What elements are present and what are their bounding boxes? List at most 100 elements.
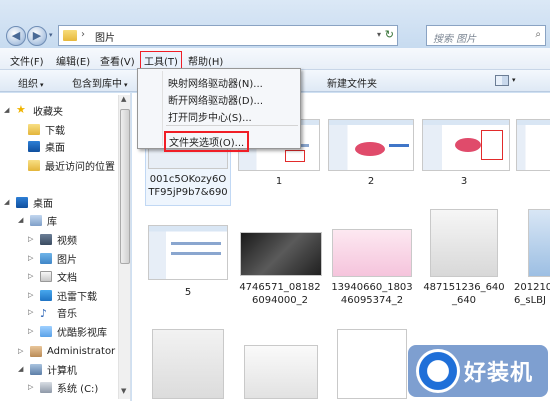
- watermark-logo: 好装机: [408, 345, 548, 397]
- nav-label: Administrator: [47, 345, 116, 357]
- address-dropdown-icon[interactable]: ▾: [377, 30, 381, 39]
- nav-xunlei-downloads[interactable]: ▷ 迅雷下载: [28, 287, 97, 303]
- nav-desktop[interactable]: 桌面: [28, 138, 65, 154]
- expand-icon[interactable]: ▷: [18, 347, 26, 355]
- documents-icon: [40, 270, 52, 282]
- nav-label: 桌面: [45, 142, 65, 154]
- file-label: 487151236_640 _640: [423, 282, 505, 306]
- nav-label: 桌面: [33, 198, 53, 210]
- nav-videos[interactable]: ▷ 视频: [28, 231, 77, 247]
- back-arrow-icon: ◀: [11, 29, 21, 42]
- nav-computer[interactable]: ◢ 计算机: [18, 361, 77, 377]
- nav-system-c[interactable]: ▷ 系统 (C:): [28, 379, 98, 395]
- menu-item-map-drive[interactable]: 映射网络驱动器(N)...: [168, 75, 263, 90]
- nav-administrator[interactable]: ▷ Administrator: [18, 343, 115, 359]
- expand-icon[interactable]: ▷: [28, 308, 36, 316]
- nav-label: 收藏夹: [33, 106, 63, 118]
- include-label: 包含到库中: [72, 79, 122, 90]
- library-icon: [30, 214, 42, 226]
- nav-label: 下载: [45, 125, 65, 137]
- nav-label: 视频: [57, 235, 77, 247]
- nav-label: 文档: [57, 272, 77, 284]
- nav-label: 计算机: [47, 365, 77, 377]
- refresh-icon[interactable]: ↻: [385, 28, 394, 41]
- file-label: 201210 6_sLBJ: [514, 282, 550, 306]
- nav-recent-places[interactable]: 最近访问的位置: [28, 157, 115, 173]
- collapse-icon[interactable]: ◢: [4, 198, 12, 206]
- collapse-icon[interactable]: ◢: [4, 106, 12, 114]
- address-toolbar: ◀ ▶ ▾ › 图片 ▾ ↻ 搜索 图片 ⌕: [0, 0, 550, 48]
- collapse-icon[interactable]: ◢: [18, 216, 26, 224]
- menu-edit[interactable]: 编辑(E): [56, 53, 90, 68]
- nav-downloads[interactable]: 下载: [28, 121, 65, 137]
- breadcrumb-separator[interactable]: ›: [81, 29, 85, 40]
- recent-pages-dropdown[interactable]: ▾: [49, 31, 53, 39]
- file-thumbnail: [328, 119, 414, 171]
- file-label: 2: [367, 176, 375, 187]
- nav-documents[interactable]: ▷ 文档: [28, 268, 77, 284]
- nav-pictures[interactable]: ▷ 图片: [28, 250, 77, 266]
- file-thumbnail: [337, 329, 407, 399]
- tools-menu: 映射网络驱动器(N)... 断开网络驱动器(D)... 打开同步中心(S)...…: [137, 68, 301, 152]
- file-thumbnail: [528, 209, 550, 277]
- menu-item-disconnect-drive[interactable]: 断开网络驱动器(D)...: [168, 92, 263, 107]
- nav-label: 系统 (C:): [57, 383, 99, 395]
- scroll-up-icon[interactable]: ▲: [121, 95, 126, 103]
- organize-button[interactable]: 组织 ▾: [18, 75, 44, 90]
- nav-label: 图片: [57, 254, 77, 266]
- view-dropdown-icon[interactable]: ▾: [512, 76, 516, 84]
- drive-icon: [40, 381, 52, 393]
- menu-help[interactable]: 帮助(H): [188, 53, 223, 68]
- search-input[interactable]: 搜索 图片 ⌕: [426, 25, 546, 46]
- organize-label: 组织: [18, 79, 38, 90]
- scrollbar-thumb[interactable]: [120, 109, 130, 264]
- breadcrumb-pictures[interactable]: 图片: [95, 29, 115, 44]
- menu-bar: 文件(F) 编辑(E) 查看(V) 工具(T) 帮助(H): [0, 48, 550, 70]
- menu-file[interactable]: 文件(F): [10, 53, 44, 68]
- file-thumbnail: [430, 209, 498, 277]
- expand-icon[interactable]: ▷: [28, 272, 36, 280]
- change-view-icon[interactable]: [495, 75, 509, 86]
- collapse-icon[interactable]: ◢: [18, 365, 26, 373]
- new-folder-button[interactable]: 新建文件夹: [327, 75, 377, 90]
- file-label: 1: [275, 176, 283, 187]
- nav-youku[interactable]: ▷ 优酷影视库: [28, 323, 107, 339]
- scroll-down-icon[interactable]: ▼: [121, 387, 126, 395]
- include-in-library-button[interactable]: 包含到库中 ▾: [72, 75, 128, 90]
- file-thumbnail: [152, 329, 224, 399]
- xunlei-icon: [40, 289, 52, 301]
- menu-item-sync-center[interactable]: 打开同步中心(S)...: [168, 109, 252, 124]
- logo-icon: [416, 349, 460, 393]
- navigation-pane: ◢ ★ 收藏夹 下载 桌面 最近访问的位置 ◢ 桌面 ◢ 库 ▷ 视频 ▷ 图片…: [0, 93, 131, 401]
- nav-desktop-root[interactable]: ◢ 桌面: [4, 194, 53, 210]
- nav-scrollbar[interactable]: ▲ ▼: [118, 95, 130, 399]
- forward-button[interactable]: ▶: [27, 26, 47, 46]
- expand-icon[interactable]: ▷: [28, 383, 36, 391]
- menu-view[interactable]: 查看(V): [100, 53, 135, 68]
- nav-label: 库: [47, 216, 57, 228]
- desktop-icon: [16, 196, 28, 208]
- music-note-icon: ♪: [40, 306, 48, 320]
- nav-music[interactable]: ▷ ♪ 音乐: [28, 304, 77, 320]
- file-thumbnail: [240, 232, 322, 276]
- expand-icon[interactable]: ▷: [28, 235, 36, 243]
- chevron-down-icon: ▾: [124, 81, 128, 89]
- forward-arrow-icon: ▶: [32, 29, 42, 42]
- desktop-icon: [28, 140, 40, 152]
- expand-icon[interactable]: ▷: [28, 291, 36, 299]
- menu-item-folder-options[interactable]: 文件夹选项(O)...: [164, 131, 250, 152]
- expand-icon[interactable]: ▷: [28, 327, 36, 335]
- back-button[interactable]: ◀: [6, 26, 26, 46]
- file-label: 5: [184, 287, 192, 298]
- chevron-down-icon: ▾: [40, 81, 44, 89]
- nav-label: 音乐: [57, 308, 77, 320]
- file-label: 3: [460, 176, 468, 187]
- recent-places-icon: [28, 159, 40, 171]
- videos-icon: [40, 233, 52, 245]
- expand-icon[interactable]: ▷: [28, 254, 36, 262]
- address-bar[interactable]: › 图片 ▾ ↻: [58, 25, 398, 46]
- search-icon[interactable]: ⌕: [535, 29, 541, 40]
- nav-favorites[interactable]: ◢ ★ 收藏夹: [4, 102, 63, 118]
- downloads-folder-icon: [28, 123, 40, 135]
- nav-libraries[interactable]: ◢ 库: [18, 212, 57, 228]
